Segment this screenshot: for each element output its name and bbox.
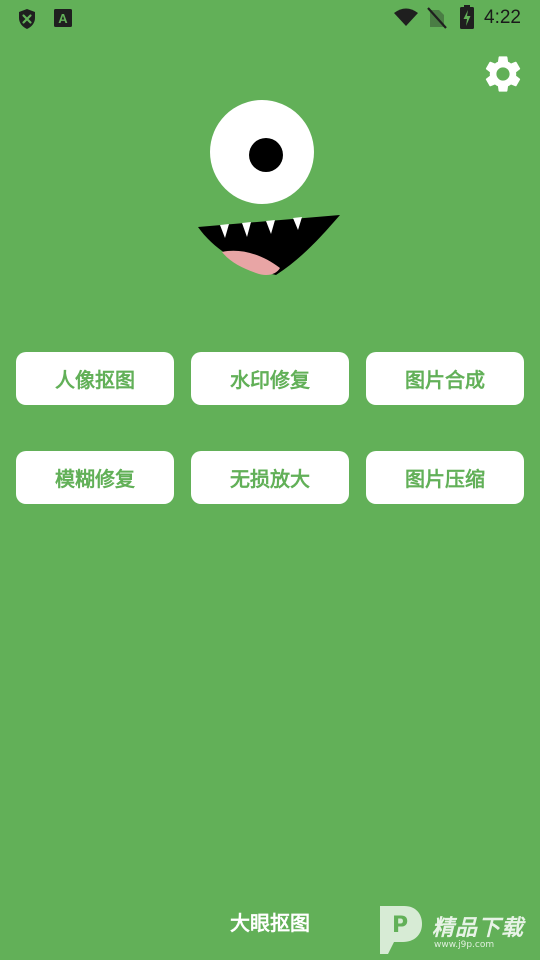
eye-pupil xyxy=(249,138,283,172)
settings-button[interactable] xyxy=(481,52,525,96)
watermark-logo-icon: P xyxy=(380,906,422,954)
image-compress-button[interactable]: 图片压缩 xyxy=(366,451,524,504)
watermark-repair-button[interactable]: 水印修复 xyxy=(191,352,349,405)
watermark: P 精品下载 www.j9p.com xyxy=(374,902,536,956)
shield-x-icon xyxy=(19,9,35,29)
battery-charging-icon xyxy=(460,5,474,29)
mascot-logo xyxy=(198,100,340,276)
font-a-icon: A xyxy=(54,9,72,27)
wifi-icon xyxy=(394,8,418,26)
font-a-letter: A xyxy=(58,11,68,26)
status-time: 4:22 xyxy=(484,7,521,28)
gear-icon xyxy=(485,56,521,92)
no-sim-icon xyxy=(427,7,447,29)
blur-repair-button[interactable]: 模糊修复 xyxy=(16,451,174,504)
lossless-upscale-button[interactable]: 无损放大 xyxy=(191,451,349,504)
app-name-label: 大眼抠图 xyxy=(230,911,310,935)
watermark-url: www.j9p.com xyxy=(434,940,495,950)
watermark-text: 精品下载 xyxy=(432,916,525,941)
portrait-cutout-button[interactable]: 人像抠图 xyxy=(16,352,174,405)
watermark-logo-letter: P xyxy=(392,913,408,938)
image-compose-button[interactable]: 图片合成 xyxy=(366,352,524,405)
status-bar: A 4:22 xyxy=(0,0,540,36)
